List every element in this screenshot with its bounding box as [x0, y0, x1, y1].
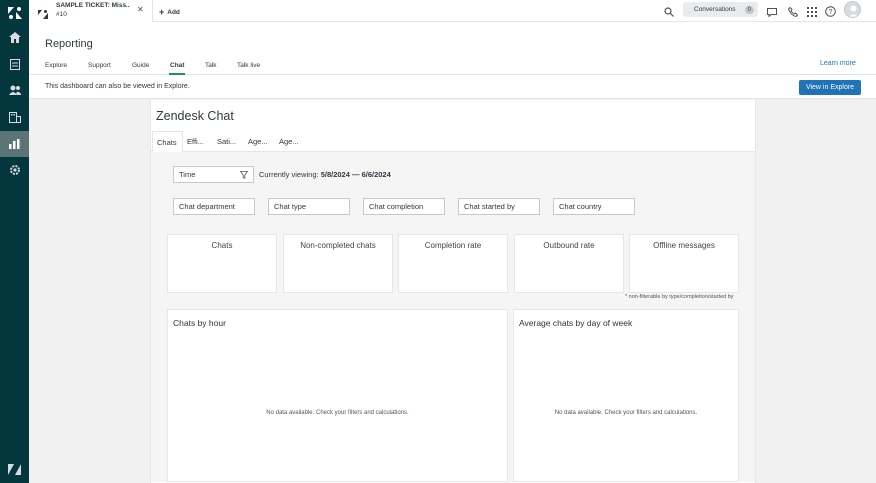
close-tab-icon[interactable]: ✕	[137, 5, 144, 14]
tab-agent-2[interactable]: Age...	[279, 131, 299, 152]
conversations-count: 0	[744, 5, 754, 14]
learn-more-link[interactable]: Learn more	[820, 60, 856, 67]
chart-title: Average chats by day of week	[519, 318, 633, 328]
tab-agent-1[interactable]: Age...	[248, 131, 268, 152]
help-icon[interactable]: ?	[825, 4, 836, 22]
left-rail	[0, 0, 29, 483]
viewing-prefix: Currently viewing:	[259, 170, 319, 179]
apps-grid-icon[interactable]	[807, 4, 817, 22]
dashboard-tabs: Chats Effi... Sati... Age... Age...	[151, 131, 755, 152]
customers-icon[interactable]	[0, 77, 29, 103]
chart-title: Chats by hour	[173, 318, 226, 328]
kpi-outbound-rate: Outbound rate	[514, 234, 624, 293]
filter-chat-completion[interactable]: Chat completion	[363, 198, 445, 215]
time-filter[interactable]: Time	[173, 166, 254, 183]
filter-chat-started-by[interactable]: Chat started by	[458, 198, 540, 215]
filter-chat-department[interactable]: Chat department	[173, 198, 255, 215]
phone-icon[interactable]	[787, 4, 799, 22]
chat-icon[interactable]	[767, 4, 777, 22]
conversations-button[interactable]: Conversations 0	[683, 2, 758, 17]
dashboard-body: Time Currently viewing: 5/8/2024 — 6/6/2…	[151, 152, 755, 482]
add-tab-label: Add	[167, 9, 180, 16]
zendesk-product-icon[interactable]	[0, 456, 29, 482]
tab-talk-live[interactable]: Talk live	[237, 62, 260, 75]
view-in-explore-button[interactable]: View in Explore	[799, 80, 861, 95]
kpi-chats: Chats	[167, 234, 277, 293]
tab-satisfaction[interactable]: Sati...	[217, 131, 236, 152]
ticket-tab-title: SAMPLE TICKET: Miss...	[56, 2, 130, 9]
reporting-header: Reporting Explore Support Guide Chat Tal…	[29, 22, 876, 75]
tab-guide[interactable]: Guide	[132, 62, 149, 75]
filter-chat-type[interactable]: Chat type	[268, 198, 350, 215]
filter-funnel-icon	[239, 171, 249, 181]
kpi-completion-rate: Completion rate	[398, 234, 508, 293]
reporting-icon[interactable]	[0, 131, 29, 157]
tab-chats[interactable]: Chats	[152, 131, 183, 152]
tab-support[interactable]: Support	[88, 62, 111, 75]
kpi-offline-messages: Offline messages	[629, 234, 739, 293]
plus-icon: +	[159, 7, 165, 17]
top-bar: SAMPLE TICKET: Miss... #10 ✕ + Add Conver…	[29, 0, 876, 22]
zendesk-logo-icon[interactable]	[0, 0, 29, 26]
chart-chats-by-hour: Chats by hour No data available. Check y…	[167, 309, 508, 482]
viewing-date-range: 5/8/2024 — 6/6/2024	[320, 170, 391, 179]
dashboard-title: Zendesk Chat	[156, 109, 234, 123]
add-tab-button[interactable]: + Add	[159, 6, 180, 17]
kpi-non-completed-chats: Non-completed chats	[283, 234, 393, 293]
no-data-message: No data available. Check your filters an…	[554, 410, 698, 416]
currently-viewing: Currently viewing: 5/8/2024 — 6/6/2024	[259, 170, 391, 179]
ticket-tab-number: #10	[56, 11, 67, 18]
chart-avg-chats-by-day: Average chats by day of week No data ava…	[513, 309, 739, 482]
time-filter-label: Time	[179, 170, 196, 179]
explore-banner: This dashboard can also be viewed in Exp…	[29, 75, 876, 99]
tab-efficiency[interactable]: Effi...	[187, 131, 204, 152]
no-data-message: No data available. Check your filters an…	[266, 410, 409, 416]
kpi-footnote: * non-filterable by type/completion/star…	[625, 294, 734, 300]
filter-chat-country[interactable]: Chat country	[553, 198, 635, 215]
tab-explore[interactable]: Explore	[45, 62, 67, 75]
banner-message: This dashboard can also be viewed in Exp…	[45, 83, 190, 90]
conversations-label: Conversations	[694, 6, 736, 13]
ticket-tab[interactable]: SAMPLE TICKET: Miss... #10 ✕	[29, 0, 153, 22]
svg-text:?: ?	[829, 9, 833, 16]
dashboard-panel: Zendesk Chat Chats Effi... Sati... Age..…	[150, 100, 756, 483]
tab-talk[interactable]: Talk	[205, 62, 217, 75]
search-icon[interactable]	[664, 4, 674, 22]
organizations-icon[interactable]	[0, 104, 29, 130]
views-icon[interactable]	[0, 51, 29, 77]
admin-gear-icon[interactable]	[0, 157, 29, 183]
page-title: Reporting	[45, 38, 93, 50]
home-icon[interactable]	[0, 24, 29, 50]
tab-chat[interactable]: Chat	[168, 62, 186, 75]
user-avatar[interactable]	[844, 1, 861, 18]
